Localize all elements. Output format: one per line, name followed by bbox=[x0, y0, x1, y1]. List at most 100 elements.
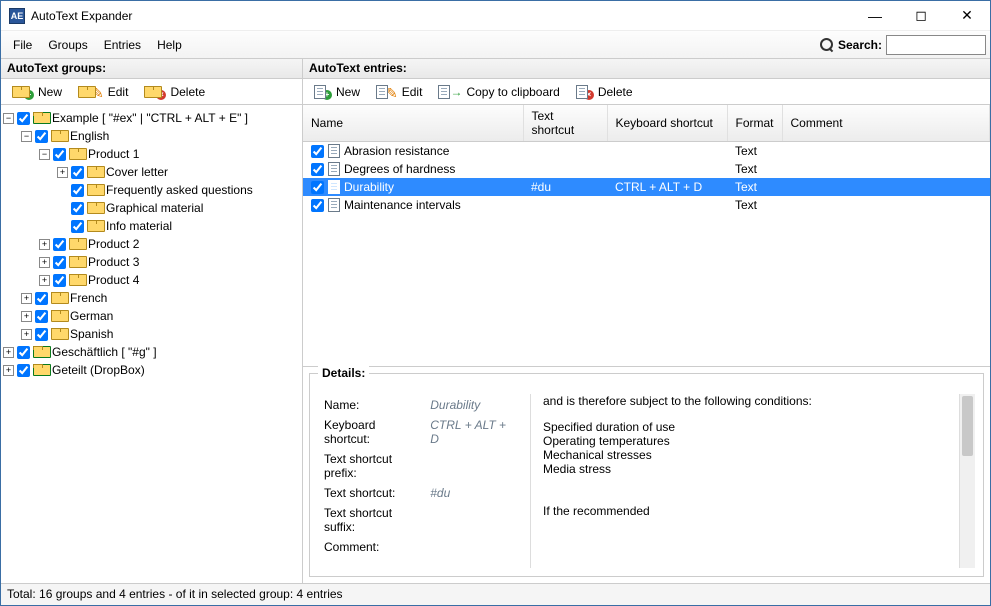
folder-icon bbox=[69, 256, 85, 268]
entries-new-button[interactable]: +New bbox=[307, 81, 367, 103]
tree-item-product4[interactable]: +Product 4 bbox=[39, 271, 300, 289]
entries-table-pane[interactable]: Name Text shortcut Keyboard shortcut For… bbox=[303, 105, 990, 367]
row-checkbox[interactable] bbox=[311, 181, 324, 194]
tree-checkbox[interactable] bbox=[35, 130, 48, 143]
expand-icon[interactable]: + bbox=[3, 365, 14, 376]
tree-item-product1[interactable]: −Product 1 bbox=[39, 145, 300, 163]
expand-icon[interactable]: + bbox=[21, 311, 32, 322]
cell-text-shortcut bbox=[523, 142, 607, 161]
groups-new-button[interactable]: +New bbox=[5, 81, 69, 103]
folder-icon bbox=[69, 238, 85, 250]
row-checkbox[interactable] bbox=[311, 199, 324, 212]
details-comment-value bbox=[426, 538, 516, 556]
col-format[interactable]: Format bbox=[727, 105, 782, 142]
tree-label: German bbox=[70, 309, 113, 323]
menu-file[interactable]: File bbox=[5, 34, 40, 56]
collapse-icon[interactable]: − bbox=[21, 131, 32, 142]
entries-table[interactable]: Name Text shortcut Keyboard shortcut For… bbox=[303, 105, 990, 214]
expand-icon[interactable]: + bbox=[39, 239, 50, 250]
folder-icon bbox=[33, 112, 49, 124]
col-comment[interactable]: Comment bbox=[782, 105, 989, 142]
minimize-button[interactable]: — bbox=[852, 1, 898, 31]
tree-checkbox[interactable] bbox=[53, 148, 66, 161]
menu-entries[interactable]: Entries bbox=[96, 34, 149, 56]
panels-header: AutoText groups: AutoText entries: bbox=[1, 59, 990, 79]
table-row-selected[interactable]: Durability #du CTRL + ALT + D Text bbox=[303, 178, 990, 196]
preview-scrollbar[interactable] bbox=[959, 394, 975, 568]
tree-checkbox[interactable] bbox=[17, 346, 30, 359]
cell-comment bbox=[782, 178, 989, 196]
tree-item-spanish[interactable]: +Spanish bbox=[21, 325, 300, 343]
folder-icon bbox=[87, 184, 103, 196]
menu-groups[interactable]: Groups bbox=[40, 34, 95, 56]
entries-edit-label: Edit bbox=[402, 85, 423, 99]
expand-icon[interactable]: + bbox=[21, 293, 32, 304]
expand-icon[interactable]: + bbox=[39, 257, 50, 268]
maximize-button[interactable]: ◻ bbox=[898, 1, 944, 31]
entries-delete-button[interactable]: ×Delete bbox=[569, 81, 640, 103]
toolbars: +New ✎Edit ×Delete +New ✎Edit →Copy to c… bbox=[1, 79, 990, 105]
tree-item-graphical[interactable]: Graphical material bbox=[57, 199, 300, 217]
tree-checkbox[interactable] bbox=[71, 184, 84, 197]
groups-delete-button[interactable]: ×Delete bbox=[137, 81, 212, 103]
details-short-value: #du bbox=[426, 484, 516, 502]
col-name[interactable]: Name bbox=[303, 105, 523, 142]
tree-checkbox[interactable] bbox=[35, 310, 48, 323]
tree-label: Example [ "#ex" | "CTRL + ALT + E" ] bbox=[52, 111, 248, 125]
tree-checkbox[interactable] bbox=[71, 220, 84, 233]
collapse-icon[interactable]: − bbox=[39, 149, 50, 160]
close-button[interactable]: ✕ bbox=[944, 1, 990, 31]
document-icon bbox=[576, 85, 588, 99]
col-keyboard-shortcut[interactable]: Keyboard shortcut bbox=[607, 105, 727, 142]
expand-icon[interactable]: + bbox=[21, 329, 32, 340]
tree-item-product2[interactable]: +Product 2 bbox=[39, 235, 300, 253]
collapse-icon[interactable]: − bbox=[3, 113, 14, 124]
tree-item-geschaeftlich[interactable]: +Geschäftlich [ "#g" ] bbox=[3, 343, 300, 361]
groups-edit-label: Edit bbox=[108, 85, 129, 99]
details-suffix-value bbox=[426, 504, 516, 536]
tree-checkbox[interactable] bbox=[53, 238, 66, 251]
entries-copy-button[interactable]: →Copy to clipboard bbox=[431, 82, 566, 102]
expand-icon[interactable]: + bbox=[57, 167, 68, 178]
preview-line: and is therefore subject to the followin… bbox=[543, 394, 975, 408]
entries-edit-button[interactable]: ✎Edit bbox=[369, 78, 429, 105]
groups-edit-button[interactable]: ✎Edit bbox=[71, 78, 135, 105]
tree-checkbox[interactable] bbox=[71, 202, 84, 215]
row-checkbox[interactable] bbox=[311, 145, 324, 158]
document-icon bbox=[314, 85, 326, 99]
tree-checkbox[interactable] bbox=[17, 112, 30, 125]
col-text-shortcut[interactable]: Text shortcut bbox=[523, 105, 607, 142]
tree-item-cover-letter[interactable]: +Cover letter bbox=[57, 163, 300, 181]
tree-checkbox[interactable] bbox=[53, 274, 66, 287]
tree-checkbox[interactable] bbox=[35, 328, 48, 341]
expand-icon[interactable]: + bbox=[3, 347, 14, 358]
tree-checkbox[interactable] bbox=[71, 166, 84, 179]
tree-item-geteilt[interactable]: +Geteilt (DropBox) bbox=[3, 361, 300, 379]
tree-item-french[interactable]: + French bbox=[21, 289, 300, 307]
tree-item-example[interactable]: − Example [ "#ex" | "CTRL + ALT + E" ] bbox=[3, 109, 300, 127]
expand-icon[interactable]: + bbox=[39, 275, 50, 286]
tree-checkbox[interactable] bbox=[53, 256, 66, 269]
cell-format: Text bbox=[727, 142, 782, 161]
tree-item-english[interactable]: −English bbox=[21, 127, 300, 145]
table-row[interactable]: Degrees of hardness Text bbox=[303, 160, 990, 178]
tree-item-info[interactable]: Info material bbox=[57, 217, 300, 235]
groups-tree[interactable]: − Example [ "#ex" | "CTRL + ALT + E" ] −E… bbox=[1, 105, 303, 583]
row-checkbox[interactable] bbox=[311, 163, 324, 176]
search-input[interactable] bbox=[886, 35, 986, 55]
details-preview[interactable]: and is therefore subject to the followin… bbox=[530, 394, 975, 568]
tree-item-german[interactable]: + German bbox=[21, 307, 300, 325]
details-name-label: Name: bbox=[320, 396, 424, 414]
tree-checkbox[interactable] bbox=[17, 364, 30, 377]
tree-label: Product 3 bbox=[88, 255, 139, 269]
tree-label: French bbox=[70, 291, 107, 305]
tree-item-product3[interactable]: + Product 3 bbox=[39, 253, 300, 271]
table-row[interactable]: Abrasion resistance Text bbox=[303, 142, 990, 161]
menu-help[interactable]: Help bbox=[149, 34, 190, 56]
tree-checkbox[interactable] bbox=[35, 292, 48, 305]
tree-item-faq[interactable]: Frequently asked questions bbox=[57, 181, 300, 199]
statusbar: Total: 16 groups and 4 entries - of it i… bbox=[1, 583, 990, 605]
entries-copy-label: Copy to clipboard bbox=[466, 85, 559, 99]
scrollbar-thumb[interactable] bbox=[962, 396, 973, 456]
table-row[interactable]: Maintenance intervals Text bbox=[303, 196, 990, 214]
